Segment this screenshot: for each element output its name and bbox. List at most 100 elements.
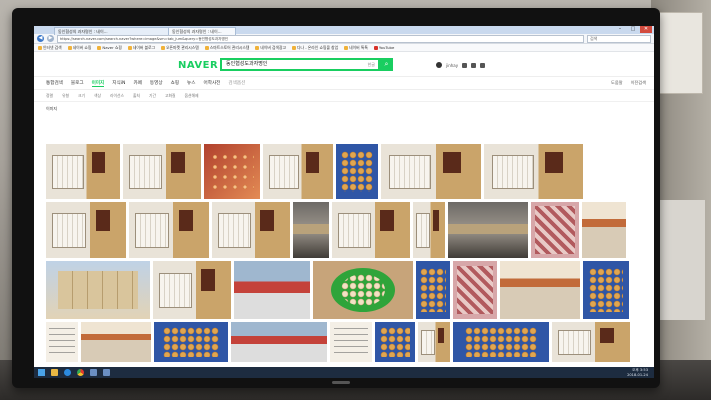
internet-explorer-icon[interactable]	[64, 369, 71, 376]
search-input[interactable]: 동인협성도과자명인 한글	[220, 58, 380, 71]
bookmark-item[interactable]: 오픈마켓 관리시스템	[161, 45, 199, 51]
image-result[interactable]	[413, 202, 445, 258]
image-result[interactable]	[204, 144, 260, 199]
image-result[interactable]	[484, 144, 583, 199]
back-arrow-icon[interactable]: ◀	[37, 35, 44, 42]
image-result[interactable]	[81, 322, 151, 362]
tab-image[interactable]: 이미지	[91, 80, 105, 87]
image-result[interactable]	[448, 202, 528, 258]
chrome-icon[interactable]	[77, 369, 84, 376]
bookmark-item[interactable]: Naver 쇼핑	[97, 45, 122, 51]
filter-hd[interactable]: 고화질	[165, 93, 175, 99]
bookmark-item[interactable]: 네이버 블로그	[127, 45, 155, 51]
image-result[interactable]	[46, 202, 126, 258]
bookmark-item[interactable]: YouTube	[373, 45, 394, 50]
star-icon	[67, 45, 72, 50]
forward-arrow-icon[interactable]: ▶	[47, 35, 54, 42]
image-result[interactable]	[46, 261, 150, 319]
tab-video[interactable]: 동영상	[150, 80, 163, 86]
filter-source[interactable]: 출처	[133, 93, 140, 99]
history-link[interactable]: 이전검색	[631, 80, 646, 86]
filter-type[interactable]: 유형	[62, 93, 69, 99]
paper-sheet	[659, 200, 705, 320]
image-result[interactable]	[263, 144, 333, 199]
image-result[interactable]	[234, 261, 310, 319]
image-result[interactable]	[153, 261, 231, 319]
filter-sort[interactable]: 정렬	[46, 93, 53, 99]
browser-tab[interactable]: 동인협성의 과자명인 : 네이…	[54, 27, 172, 35]
image-result[interactable]	[231, 322, 327, 362]
tab-dictionary[interactable]: 어학사전	[204, 80, 221, 86]
filter-license[interactable]: 라이선스	[110, 93, 124, 99]
maximize-button[interactable]: □	[627, 26, 639, 33]
image-result[interactable]	[293, 202, 329, 258]
search-options-button[interactable]: 검색옵션	[228, 80, 245, 86]
bookmark-item[interactable]: 인터넷 검색	[38, 45, 62, 51]
search-button[interactable]: ⌕	[380, 58, 393, 71]
folder-icon[interactable]	[51, 369, 58, 376]
close-button[interactable]: ✕	[640, 26, 652, 33]
image-result[interactable]	[500, 261, 580, 319]
tab-cafe[interactable]: 카페	[133, 80, 141, 86]
help-link[interactable]: 도움말	[611, 80, 623, 86]
bookmark-label: 인터넷 검색	[43, 44, 62, 50]
star-icon	[97, 45, 102, 50]
bookmark-label: 오픈마켓 관리시스템	[166, 44, 199, 50]
image-result[interactable]	[336, 144, 378, 199]
filter-size[interactable]: 크기	[78, 93, 85, 99]
bookmark-item[interactable]: 스마트스토어 관리시스템	[204, 44, 250, 51]
image-result[interactable]	[123, 144, 201, 199]
apps-grid-icon[interactable]	[480, 62, 486, 68]
tab-shopping[interactable]: 쇼핑	[171, 80, 179, 86]
image-result[interactable]	[330, 322, 372, 362]
filter-reset[interactable]: 옵션해제	[184, 93, 198, 99]
image-result[interactable]	[418, 322, 450, 362]
browser-search-input[interactable]: 검색	[587, 34, 651, 43]
image-result[interactable]	[212, 202, 290, 258]
tab-news[interactable]: 뉴스	[187, 80, 195, 86]
windows-start-icon[interactable]	[38, 369, 45, 376]
image-result[interactable]	[416, 261, 450, 319]
bookmark-item[interactable]: 다나 - 온라인 쇼핑몰 창업	[292, 45, 338, 51]
app-icon[interactable]	[90, 369, 97, 376]
bookmark-item[interactable]: 네이버 쇼핑	[67, 45, 91, 51]
bookmark-item[interactable]: 네이버 톡톡	[344, 45, 368, 51]
image-result[interactable]	[154, 322, 228, 362]
image-result[interactable]	[582, 202, 626, 258]
image-result[interactable]	[129, 202, 209, 258]
browser-tab[interactable]: 동인협성의 과자명인 : 네이…	[168, 27, 236, 35]
bookmark-label: 스마트스토어 관리시스템	[209, 44, 250, 50]
image-result[interactable]	[313, 261, 413, 319]
system-clock[interactable]: 오후 3:53 2018-01-24	[627, 368, 648, 377]
image-result[interactable]	[46, 144, 120, 199]
avatar[interactable]	[436, 62, 442, 68]
tab-kin[interactable]: 지식iN	[112, 80, 125, 86]
image-result[interactable]	[453, 322, 549, 362]
image-result[interactable]	[332, 202, 410, 258]
user-name[interactable]: jinhay	[446, 63, 458, 68]
image-grid	[46, 144, 642, 365]
bookmark-item[interactable]: 네이버 검색광고	[255, 45, 286, 51]
mail-icon[interactable]	[462, 62, 468, 68]
image-result[interactable]	[375, 322, 415, 362]
image-result[interactable]	[453, 261, 497, 319]
star-icon	[255, 45, 260, 50]
app-icon[interactable]	[103, 369, 110, 376]
notification-icon[interactable]	[471, 62, 477, 68]
tab-blog[interactable]: 블로그	[71, 80, 84, 86]
image-result[interactable]	[552, 322, 630, 362]
image-result[interactable]	[583, 261, 629, 319]
image-result[interactable]	[531, 202, 579, 258]
url-field[interactable]: https://search.naver.com/search.naver?wh…	[57, 34, 584, 43]
bookmark-label: 다나 - 온라인 쇼핑몰 창업	[297, 44, 339, 50]
filter-color[interactable]: 색상	[94, 93, 101, 99]
star-icon	[127, 45, 132, 50]
filter-period[interactable]: 기간	[149, 93, 156, 99]
image-result[interactable]	[46, 322, 78, 362]
keyboard-hint[interactable]: 한글	[368, 60, 375, 69]
minimize-button[interactable]: –	[614, 26, 626, 33]
image-result[interactable]	[381, 144, 481, 199]
naver-logo[interactable]: NAVER	[178, 60, 218, 71]
tab-integrated[interactable]: 통합검색	[46, 80, 63, 86]
star-icon	[204, 45, 209, 50]
